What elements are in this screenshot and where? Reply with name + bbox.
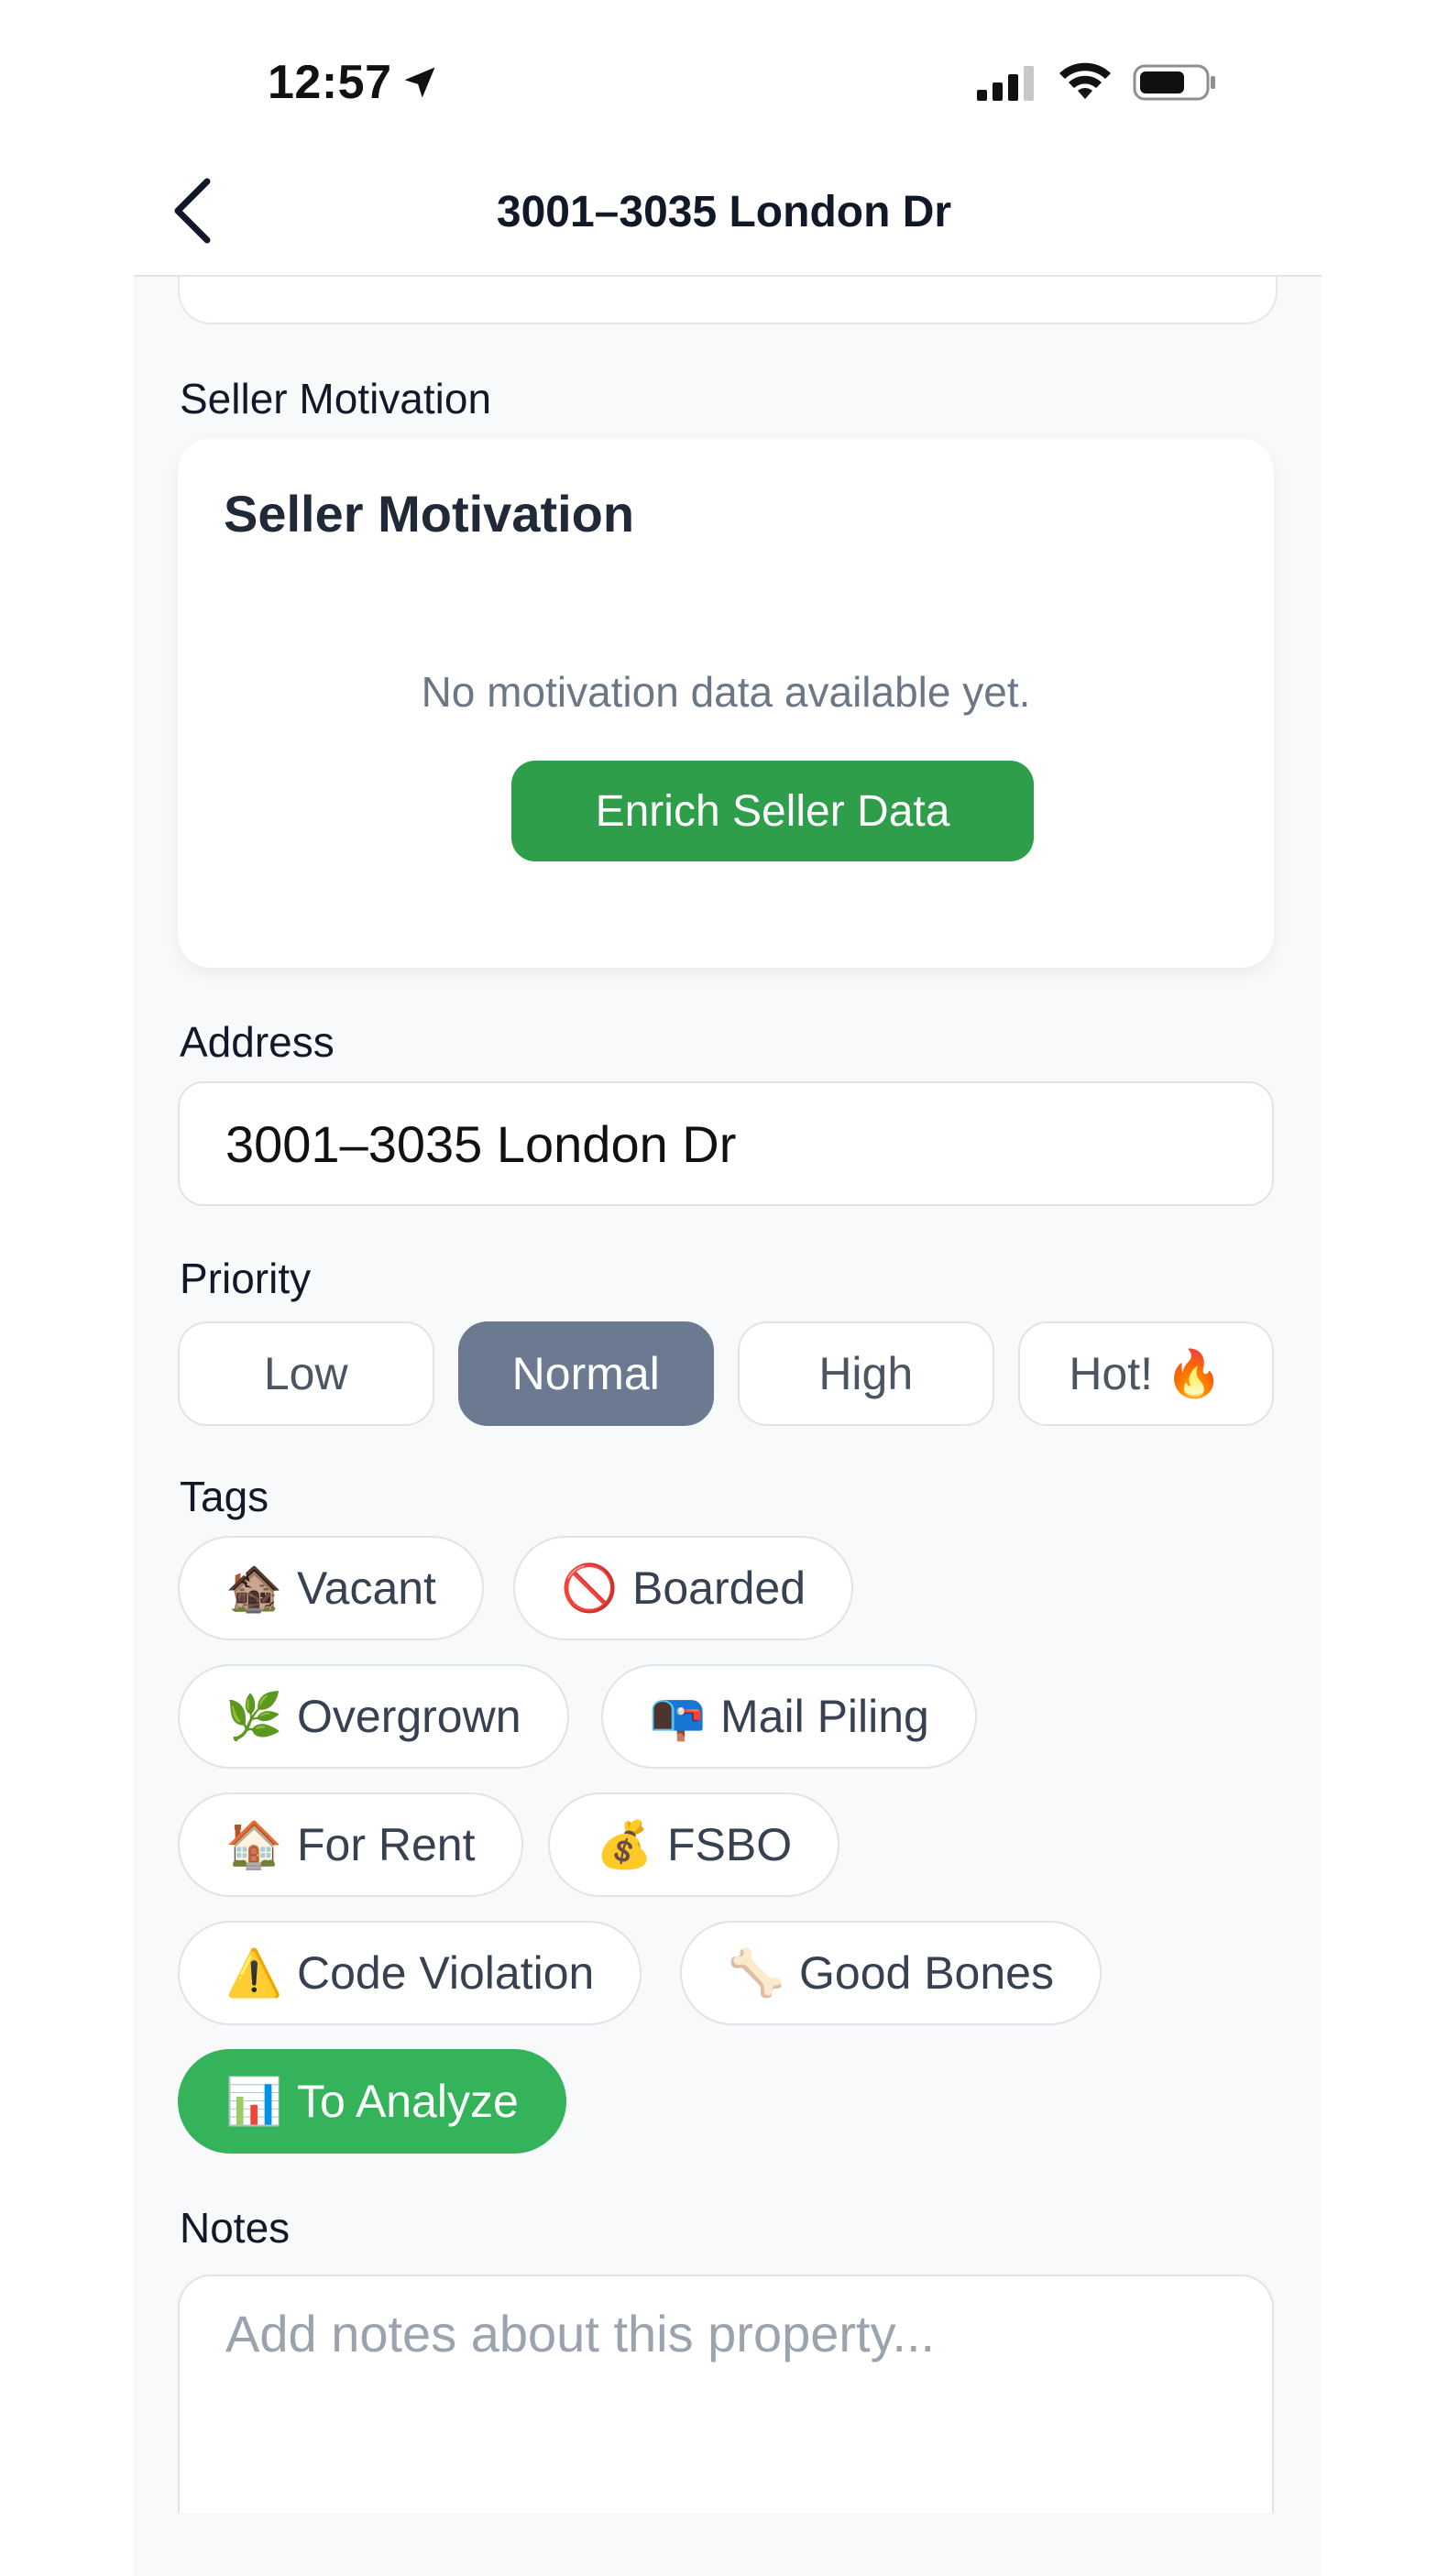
tag-label: Boarded [632, 1562, 806, 1614]
wifi-icon [1059, 62, 1111, 99]
address-input[interactable]: 3001–3035 London Dr [178, 1081, 1274, 1206]
motivation-empty-text: No motivation data available yet. [421, 668, 1031, 716]
tag-mail-piling[interactable]: 📭 Mail Piling [601, 1664, 977, 1769]
priority-normal-button[interactable]: Normal [457, 1321, 714, 1426]
status-time: 12:57 [268, 55, 440, 110]
tag-for-rent[interactable]: 🏠 For Rent [178, 1792, 523, 1897]
tag-boarded[interactable]: 🚫 Boarded [513, 1536, 854, 1640]
mailbox-icon: 📭 [649, 1689, 707, 1743]
tag-label: FSBO [667, 1819, 793, 1870]
page-title: 3001–3035 London Dr [496, 188, 952, 236]
tag-code-violation[interactable]: ⚠️ Code Violation [178, 1921, 642, 2025]
money-bag-icon: 💰 [596, 1817, 653, 1871]
derelict-house-icon: 🏚️ [225, 1561, 283, 1615]
priority-hot-button[interactable]: Hot! 🔥 [1017, 1321, 1274, 1426]
bone-icon: 🦴 [728, 1946, 785, 2000]
prohibited-icon: 🚫 [561, 1561, 619, 1615]
tag-label: Overgrown [297, 1691, 521, 1742]
tag-label: Good Bones [799, 1947, 1054, 1999]
notes-textarea[interactable]: Add notes about this property... [178, 2275, 1274, 2513]
priority-high-button[interactable]: High [738, 1321, 994, 1426]
cellular-signal-icon [977, 66, 1034, 101]
tag-label: Code Violation [297, 1947, 595, 1999]
tag-vacant[interactable]: 🏚️ Vacant [178, 1536, 484, 1640]
property-detail-content[interactable]: Seller Motivation Seller Motivation No m… [134, 275, 1322, 2576]
previous-card [178, 277, 1278, 324]
tag-good-bones[interactable]: 🦴 Good Bones [680, 1921, 1102, 2025]
enrich-seller-data-button[interactable]: Enrich Seller Data [511, 761, 1034, 861]
seller-motivation-card-title: Seller Motivation [224, 485, 635, 543]
tag-fsbo[interactable]: 💰 FSBO [548, 1792, 840, 1897]
battery-icon [1133, 64, 1215, 101]
address-label: Address [180, 1018, 335, 1066]
tag-to-analyze[interactable]: 📊 To Analyze [178, 2049, 566, 2154]
status-icons [977, 62, 1217, 103]
bar-chart-icon: 📊 [225, 2074, 283, 2128]
warning-icon: ⚠️ [225, 1946, 283, 2000]
status-time-text: 12:57 [268, 56, 392, 109]
tag-label: Vacant [297, 1562, 436, 1614]
priority-low-button[interactable]: Low [178, 1321, 434, 1426]
seller-motivation-card: Seller Motivation No motivation data ava… [178, 438, 1274, 968]
tag-label: Mail Piling [720, 1691, 929, 1742]
herb-icon: 🌿 [225, 1689, 283, 1743]
seller-motivation-label: Seller Motivation [180, 375, 492, 422]
tag-label: To Analyze [297, 2076, 519, 2127]
status-bar: 12:57 [0, 0, 1448, 137]
tags-label: Tags [180, 1473, 269, 1520]
location-arrow-icon [404, 67, 434, 98]
tag-label: For Rent [297, 1819, 476, 1870]
tag-overgrown[interactable]: 🌿 Overgrown [178, 1664, 569, 1769]
priority-selector: Low Normal High Hot! 🔥 [178, 1321, 1274, 1426]
notes-label: Notes [180, 2204, 291, 2252]
priority-label: Priority [180, 1255, 312, 1302]
house-icon: 🏠 [225, 1817, 283, 1871]
